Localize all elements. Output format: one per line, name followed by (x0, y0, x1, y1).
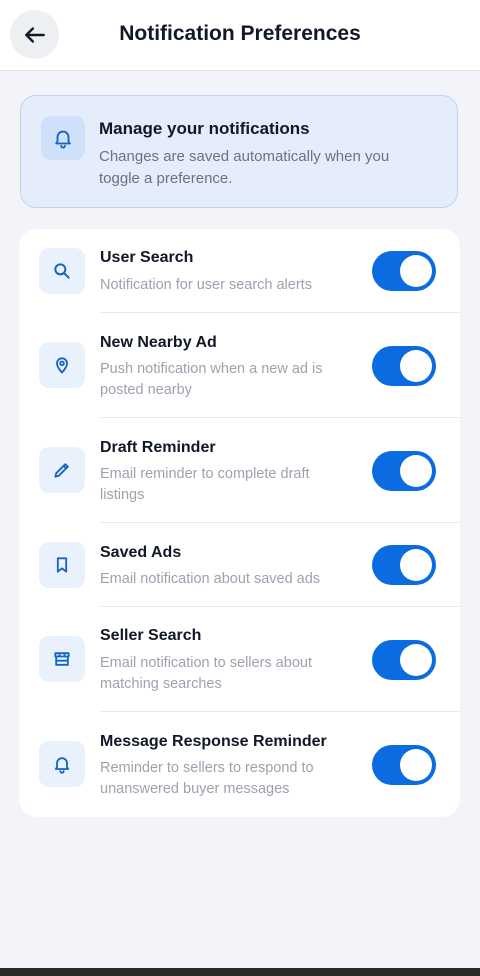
row-title: Draft Reminder (100, 439, 216, 456)
preference-row-draft-reminder: Draft Reminder Email reminder to complet… (19, 418, 460, 523)
bookmark-icon (52, 555, 72, 575)
row-icon-container (39, 447, 85, 493)
preference-row-new-nearby-ad: New Nearby Ad Push notification when a n… (19, 313, 460, 418)
preferences-list: User Search Notification for user search… (19, 229, 460, 817)
bell-icon (52, 127, 74, 149)
row-title: New Nearby Ad (100, 334, 217, 351)
row-description: Email reminder to complete draft listing… (100, 466, 310, 503)
preference-row-message-response-reminder: Message Response Reminder Reminder to se… (19, 712, 460, 817)
info-banner: Manage your notifications Changes are sa… (20, 95, 458, 208)
row-icon-container (39, 636, 85, 682)
info-icon-container (41, 116, 85, 160)
preference-row-saved-ads: Saved Ads Email notification about saved… (19, 523, 460, 607)
storefront-icon (52, 649, 72, 669)
draft-reminder-toggle[interactable] (372, 451, 436, 491)
row-icon-container (39, 342, 85, 388)
preference-row-user-search: User Search Notification for user search… (19, 229, 460, 313)
user-search-toggle[interactable] (372, 251, 436, 291)
row-description: Notification for user search alerts (100, 277, 312, 293)
search-icon (52, 261, 72, 281)
location-pin-icon (52, 355, 72, 375)
info-description: Changes are saved automatically when you… (99, 148, 390, 187)
row-title: User Search (100, 249, 194, 266)
row-title: Seller Search (100, 627, 202, 644)
seller-search-toggle[interactable] (372, 640, 436, 680)
row-description: Reminder to sellers to respond to unansw… (100, 760, 314, 797)
system-navigation-bar (0, 968, 480, 976)
new-nearby-ad-toggle[interactable] (372, 346, 436, 386)
pencil-icon (52, 460, 72, 480)
info-title: Manage your notifications (99, 119, 310, 138)
saved-ads-toggle[interactable] (372, 545, 436, 585)
row-icon-container (39, 542, 85, 588)
message-response-reminder-toggle[interactable] (372, 745, 436, 785)
row-description: Email notification about saved ads (100, 571, 321, 587)
row-description: Push notification when a new ad is poste… (100, 361, 323, 398)
bell-icon (52, 754, 72, 774)
app-header: Notification Preferences (0, 0, 480, 71)
page-title: Notification Preferences (119, 22, 361, 45)
row-description: Email notification to sellers about matc… (100, 655, 312, 692)
row-title: Saved Ads (100, 544, 182, 561)
row-icon-container (39, 741, 85, 787)
row-icon-container (39, 248, 85, 294)
row-title: Message Response Reminder (100, 733, 327, 750)
preference-row-seller-search: Seller Search Email notification to sell… (19, 607, 460, 712)
